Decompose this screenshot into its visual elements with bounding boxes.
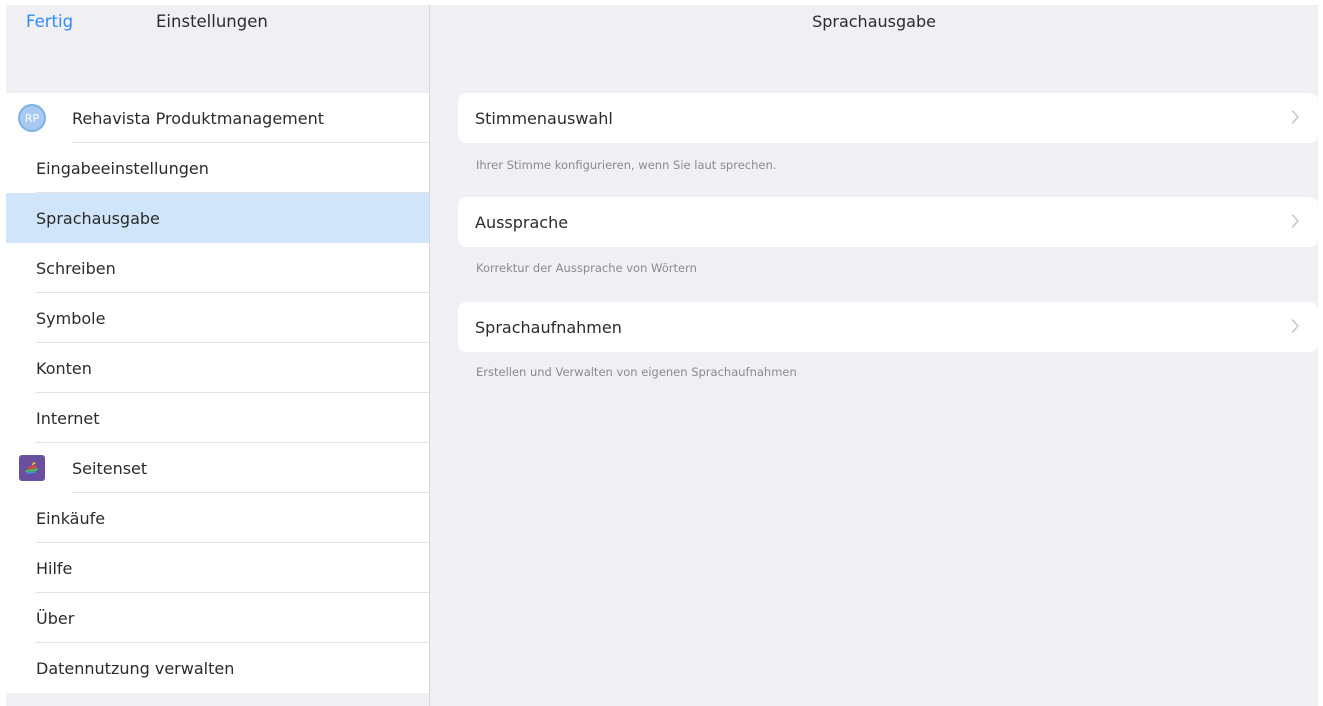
sidebar-nav-bar: Fertig Einstellungen <box>6 5 429 45</box>
sidebar-item-label: Schreiben <box>36 258 116 278</box>
sidebar-item-label: Hilfe <box>36 558 73 578</box>
detail-pane: Sprachausgabe Stimmenauswahl Ihrer Stimm… <box>430 5 1318 706</box>
sidebar-item-label: Eingabeeinstellungen <box>36 158 209 178</box>
sidebar-item-label: Internet <box>36 408 100 428</box>
sprachaufnahmen-row[interactable]: Sprachaufnahmen <box>458 302 1318 352</box>
sidebar-title: Einstellungen <box>156 12 268 31</box>
chevron-right-icon <box>1291 214 1299 228</box>
sidebar-item-internet[interactable]: Internet <box>6 393 429 443</box>
sidebar-item-label: Konten <box>36 358 92 378</box>
sidebar-item-label: Sprachausgabe <box>36 208 160 228</box>
sidebar-item-label: Über <box>36 608 75 628</box>
pageset-icon <box>19 455 45 481</box>
settings-sidebar: Fertig Einstellungen RP Rehavista Produk… <box>6 5 430 706</box>
stimmenauswahl-row[interactable]: Stimmenauswahl <box>458 93 1318 143</box>
sidebar-item-schreiben[interactable]: Schreiben <box>6 243 429 293</box>
sidebar-item-datennutzung[interactable]: Datennutzung verwalten <box>6 643 429 693</box>
profile-avatar: RP <box>18 104 46 132</box>
row-description: Korrektur der Aussprache von Wörtern <box>476 261 697 275</box>
sidebar-item-ueber[interactable]: Über <box>6 593 429 643</box>
sidebar-item-konten[interactable]: Konten <box>6 343 429 393</box>
sidebar-item-label: Seitenset <box>72 458 148 478</box>
sidebar-item-eingabeeinstellungen[interactable]: Eingabeeinstellungen <box>6 143 429 193</box>
chevron-right-icon <box>1291 319 1299 333</box>
sidebar-item-label: Einkäufe <box>36 508 106 528</box>
page-title: Sprachausgabe <box>812 12 936 31</box>
sidebar-item-einkaeufe[interactable]: Einkäufe <box>6 493 429 543</box>
row-label: Stimmenauswahl <box>475 108 613 128</box>
row-description: Ihrer Stimme konfigurieren, wenn Sie lau… <box>476 158 777 172</box>
profile-item[interactable]: RP Rehavista Produktmanagement <box>6 93 429 143</box>
chevron-right-icon <box>1291 110 1299 124</box>
profile-name: Rehavista Produktmanagement <box>72 108 324 128</box>
sidebar-item-label: Symbole <box>36 308 106 328</box>
row-label: Sprachaufnahmen <box>475 317 622 337</box>
settings-window: Fertig Einstellungen RP Rehavista Produk… <box>6 5 1318 706</box>
row-description: Erstellen und Verwalten von eigenen Spra… <box>476 365 797 379</box>
done-button[interactable]: Fertig <box>26 12 73 31</box>
settings-menu: RP Rehavista Produktmanagement Eingabeei… <box>6 93 429 693</box>
sidebar-item-seitenset[interactable]: Seitenset <box>6 443 429 493</box>
sidebar-item-label: Datennutzung verwalten <box>36 658 235 678</box>
aussprache-row[interactable]: Aussprache <box>458 197 1318 247</box>
sidebar-item-symbole[interactable]: Symbole <box>6 293 429 343</box>
sidebar-item-sprachausgabe[interactable]: Sprachausgabe <box>6 193 429 243</box>
sidebar-item-hilfe[interactable]: Hilfe <box>6 543 429 593</box>
row-label: Aussprache <box>475 212 569 232</box>
